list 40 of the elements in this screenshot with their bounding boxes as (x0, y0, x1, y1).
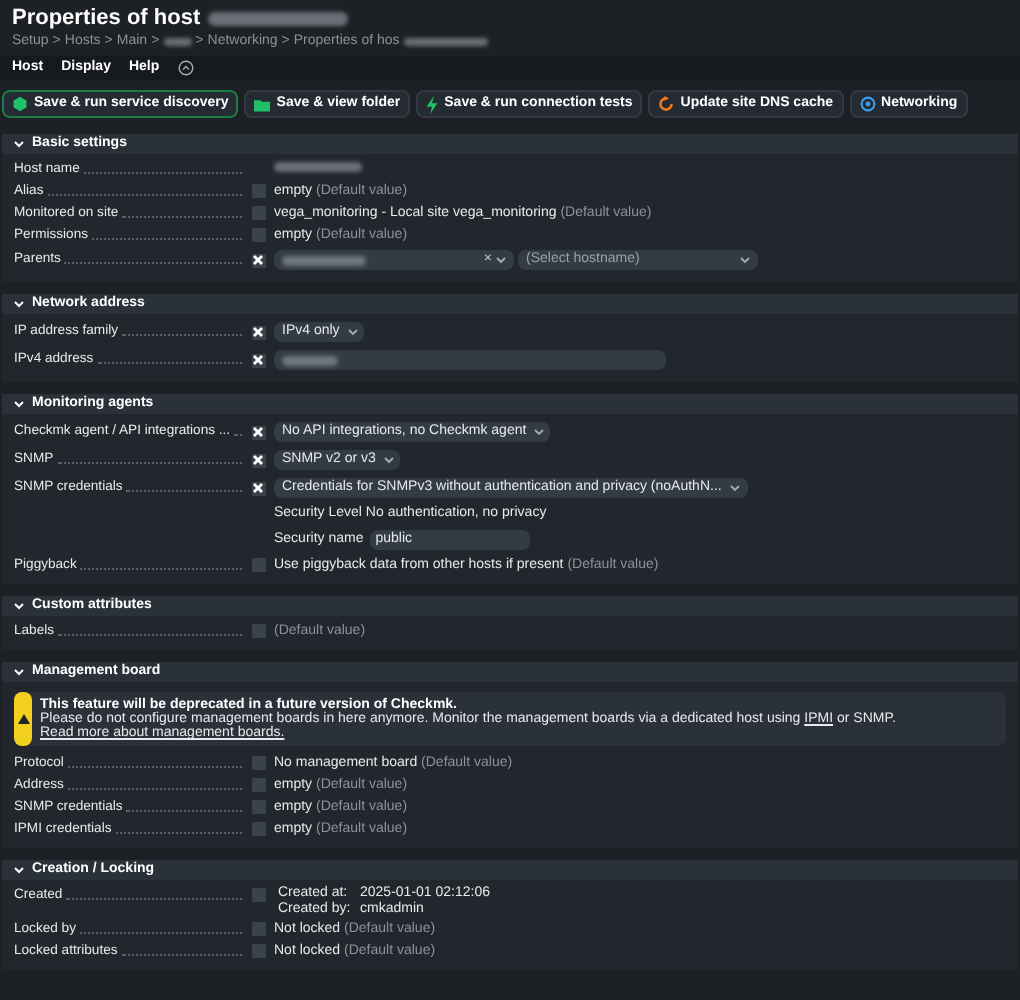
checkbox[interactable] (251, 888, 265, 902)
checkbox[interactable] (251, 624, 265, 638)
hexagon-icon (12, 96, 28, 112)
checkbox[interactable] (251, 922, 265, 936)
checkbox[interactable] (251, 778, 265, 792)
caret-icon (383, 456, 394, 464)
network-icon (859, 96, 876, 112)
chevron-icon (14, 668, 24, 676)
chevron-icon (14, 602, 24, 610)
caret-icon (534, 428, 545, 436)
lightning-icon (426, 95, 439, 113)
checkbox[interactable] (251, 184, 265, 198)
caret-icon (740, 256, 750, 264)
warning-icon (17, 714, 29, 724)
chevron-icon (14, 866, 24, 874)
checkbox[interactable] (251, 756, 265, 770)
checkbox[interactable] (251, 228, 265, 242)
chevron-icon (14, 140, 24, 148)
page-title: Properties of host (12, 6, 201, 32)
collapse-icon[interactable] (177, 60, 194, 76)
input-field[interactable] (274, 350, 666, 370)
checkbox[interactable] (251, 325, 265, 339)
checkbox[interactable] (251, 253, 265, 267)
checkbox[interactable] (251, 944, 265, 958)
chevron-icon (14, 400, 24, 408)
refresh-icon (658, 96, 675, 112)
caret-icon (347, 328, 358, 336)
checkbox[interactable] (251, 206, 265, 220)
checkbox[interactable] (251, 481, 265, 495)
caret-icon (729, 484, 740, 492)
chevron-icon (14, 300, 24, 308)
checkbox[interactable] (251, 822, 265, 836)
checkbox[interactable] (251, 453, 265, 467)
checkbox[interactable] (251, 558, 265, 572)
redacted-text (274, 162, 362, 173)
caret-icon (496, 256, 506, 264)
checkbox[interactable] (251, 425, 265, 439)
checkbox[interactable] (251, 353, 265, 367)
checkbox[interactable] (251, 800, 265, 814)
folder-icon (254, 97, 271, 111)
